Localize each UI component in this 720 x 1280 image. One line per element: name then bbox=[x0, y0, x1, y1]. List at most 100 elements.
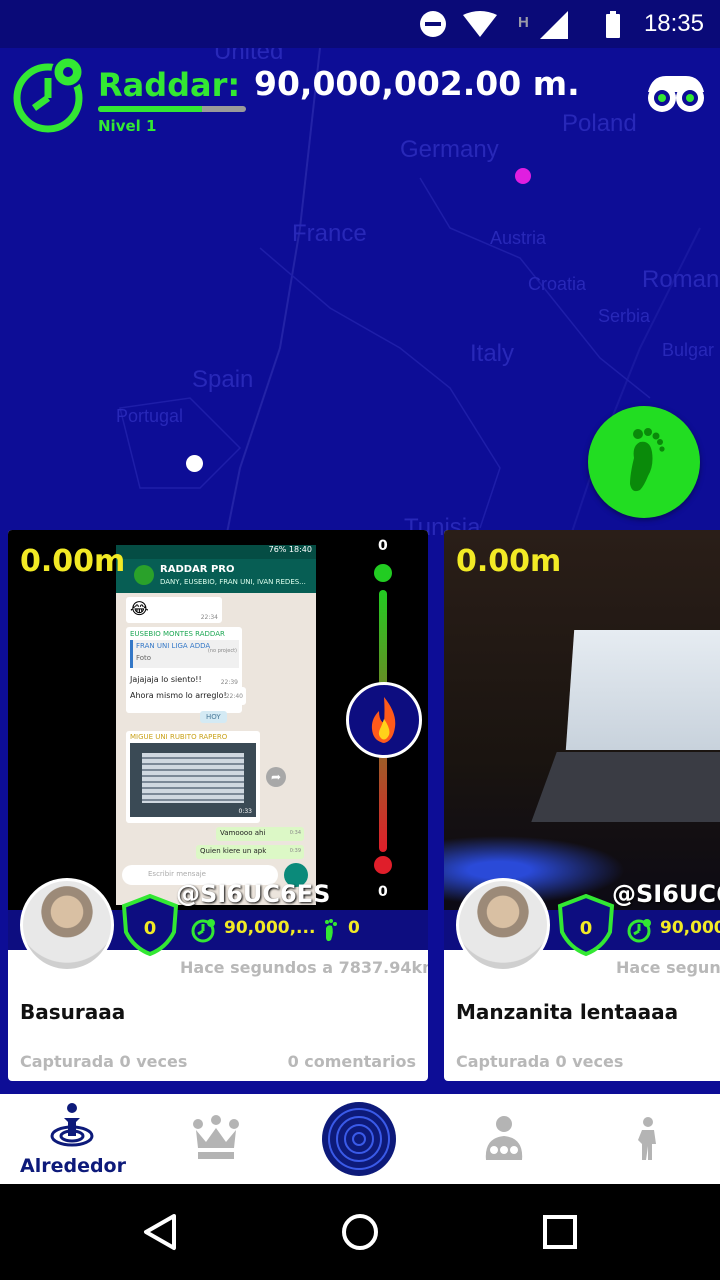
system-nav-bar bbox=[0, 1184, 720, 1280]
video-thumbnail: 0:33 bbox=[130, 743, 256, 817]
nav-label-alrededor[interactable]: Alrededor bbox=[20, 1155, 126, 1177]
chat-header: RADDAR PRO DANY, EUSEBIO, FRAN UNI, IVAN… bbox=[116, 559, 316, 593]
map-label: Portugal bbox=[116, 406, 184, 426]
radar-distance: 90,000,002.00 m. bbox=[254, 64, 580, 103]
rank-value: 0 bbox=[580, 918, 593, 939]
status-bar: H 18:35 bbox=[0, 0, 720, 48]
post-time: Hace segund bbox=[616, 958, 720, 977]
radar-small-icon bbox=[627, 919, 651, 943]
chat-avatar bbox=[134, 565, 154, 585]
user-distance-stat: 90,000,... bbox=[224, 918, 316, 938]
quoted-msg: FRAN UNI LIGA ADDA Foto (no project) bbox=[130, 640, 239, 668]
avatar[interactable] bbox=[456, 878, 550, 972]
status-time: 18:35 bbox=[643, 10, 704, 37]
map-label: Croatia bbox=[528, 274, 587, 294]
hot-count-bottom: 0 bbox=[378, 884, 388, 900]
map-label: Germany bbox=[400, 136, 499, 163]
nav-item-alrededor[interactable] bbox=[48, 1100, 96, 1150]
level-progress-bar bbox=[98, 106, 246, 112]
post-card[interactable]: 0.00m 0 @SI6UC6E 90,000, Hace segund Man… bbox=[444, 530, 720, 1081]
map-label: Poland bbox=[562, 110, 637, 137]
msg-text: Vamoooo ahi bbox=[220, 829, 266, 837]
user-handle[interactable]: @SI6UC6E bbox=[612, 880, 720, 908]
chat-bubble: Ahora mismo lo arreglo! 22:40 bbox=[126, 687, 246, 705]
msg-sender: MIGUE UNI RUBITO RAPERO bbox=[130, 733, 228, 741]
map-label: Austria bbox=[490, 228, 547, 248]
share-icon: ➦ bbox=[266, 767, 286, 787]
radar-title: Raddar: bbox=[98, 66, 241, 104]
level-label: Nivel 1 bbox=[98, 117, 157, 135]
post-distance: 0.00m bbox=[456, 544, 562, 579]
msg-time: 0:39 bbox=[289, 848, 301, 854]
chat-title: RADDAR PRO bbox=[160, 564, 235, 575]
footprint-small-icon bbox=[325, 919, 337, 942]
post-time: Hace segundos a 7837.94km bbox=[180, 958, 428, 977]
chat-bubble: Quien kiere un apk 0:39 bbox=[196, 845, 304, 859]
post-card[interactable]: 76% 18:40 RADDAR PRO DANY, EUSEBIO, FRAN… bbox=[8, 530, 428, 1081]
back-icon[interactable] bbox=[140, 1212, 180, 1252]
map-label: Serbia bbox=[598, 306, 651, 326]
radar-button-icon[interactable] bbox=[320, 1100, 398, 1178]
level-progress-fill bbox=[98, 106, 202, 112]
map-marker[interactable] bbox=[515, 168, 531, 184]
captured-count: Capturada 0 veces bbox=[20, 1052, 188, 1071]
day-divider: HOY bbox=[200, 711, 227, 723]
happy-face-icon bbox=[374, 564, 392, 582]
msg-time: 22:40 bbox=[225, 693, 243, 700]
msg-time: 22:34 bbox=[200, 614, 218, 621]
laptop-screen bbox=[565, 630, 720, 750]
post-title: Basuraaa bbox=[20, 1000, 126, 1024]
rank-value: 0 bbox=[144, 918, 157, 939]
svg-text:H: H bbox=[518, 14, 529, 31]
post-title: Manzanita lentaaaa bbox=[456, 1000, 679, 1024]
post-media[interactable]: 0.00m bbox=[444, 530, 720, 910]
quote-title: FRAN UNI LIGA ADDA bbox=[136, 642, 211, 650]
map-label: Bulgar bbox=[662, 340, 715, 360]
msg-text: Jajajaja lo siento!! bbox=[130, 675, 202, 684]
sad-face-icon bbox=[374, 856, 392, 874]
user-handle[interactable]: @SI6UC6ES bbox=[176, 880, 330, 908]
person-icon[interactable] bbox=[634, 1116, 664, 1162]
chat-subtitle: DANY, EUSEBIO, FRAN UNI, IVAN REDES... bbox=[160, 578, 306, 586]
user-steps-stat: 0 bbox=[348, 918, 360, 938]
binoculars-icon[interactable] bbox=[644, 72, 708, 114]
hot-count-top: 0 bbox=[378, 538, 388, 554]
chat-bubble: Vamoooo ahi 0:34 bbox=[216, 827, 304, 841]
avatar[interactable] bbox=[20, 878, 114, 972]
map-label: Spain bbox=[192, 366, 254, 393]
msg-text: Quien kiere un apk bbox=[200, 847, 267, 855]
chat-bubble: 😂 22:34 bbox=[126, 597, 222, 623]
quote-body: Foto bbox=[136, 654, 152, 662]
footprint-icon bbox=[630, 428, 665, 492]
chat-screenshot: 76% 18:40 RADDAR PRO DANY, EUSEBIO, FRAN… bbox=[116, 545, 316, 905]
map-label: Roman bbox=[642, 266, 720, 293]
crown-icon[interactable] bbox=[190, 1114, 242, 1162]
msg-sender: EUSEBIO MONTES RADDAR bbox=[130, 630, 225, 638]
msg-time: 22:39 bbox=[220, 679, 238, 686]
quote-tag: (no project) bbox=[207, 648, 237, 654]
map-label: Italy bbox=[470, 340, 515, 367]
video-duration: 0:33 bbox=[238, 808, 252, 815]
post-distance: 0.00m bbox=[20, 544, 126, 579]
user-distance-stat: 90,000, bbox=[660, 918, 720, 938]
radar-logo-icon bbox=[13, 56, 85, 133]
rank-shield-icon: 0 bbox=[557, 894, 615, 957]
screenshot-status: 76% 18:40 bbox=[116, 545, 316, 559]
my-location-marker[interactable] bbox=[186, 455, 203, 472]
rank-shield-icon: 0 bbox=[121, 894, 179, 957]
flame-icon bbox=[371, 697, 396, 743]
emoji-icon: 😂 bbox=[130, 599, 149, 618]
walk-button[interactable] bbox=[588, 406, 700, 518]
post-media[interactable]: 76% 18:40 RADDAR PRO DANY, EUSEBIO, FRAN… bbox=[8, 530, 428, 910]
flame-button[interactable] bbox=[346, 682, 422, 758]
chat-bubble: MIGUE UNI RUBITO RAPERO 0:33 bbox=[126, 731, 260, 823]
home-icon[interactable] bbox=[340, 1212, 380, 1252]
radar-small-icon bbox=[191, 919, 215, 943]
msg-time: 0:34 bbox=[289, 830, 301, 836]
group-icon[interactable] bbox=[480, 1114, 528, 1164]
map-label: France bbox=[292, 220, 367, 247]
msg-text: Ahora mismo lo arreglo! bbox=[130, 691, 227, 700]
recents-icon[interactable] bbox=[540, 1212, 580, 1252]
comments-link[interactable]: 0 comentarios bbox=[288, 1052, 416, 1071]
video-frame bbox=[142, 753, 244, 803]
